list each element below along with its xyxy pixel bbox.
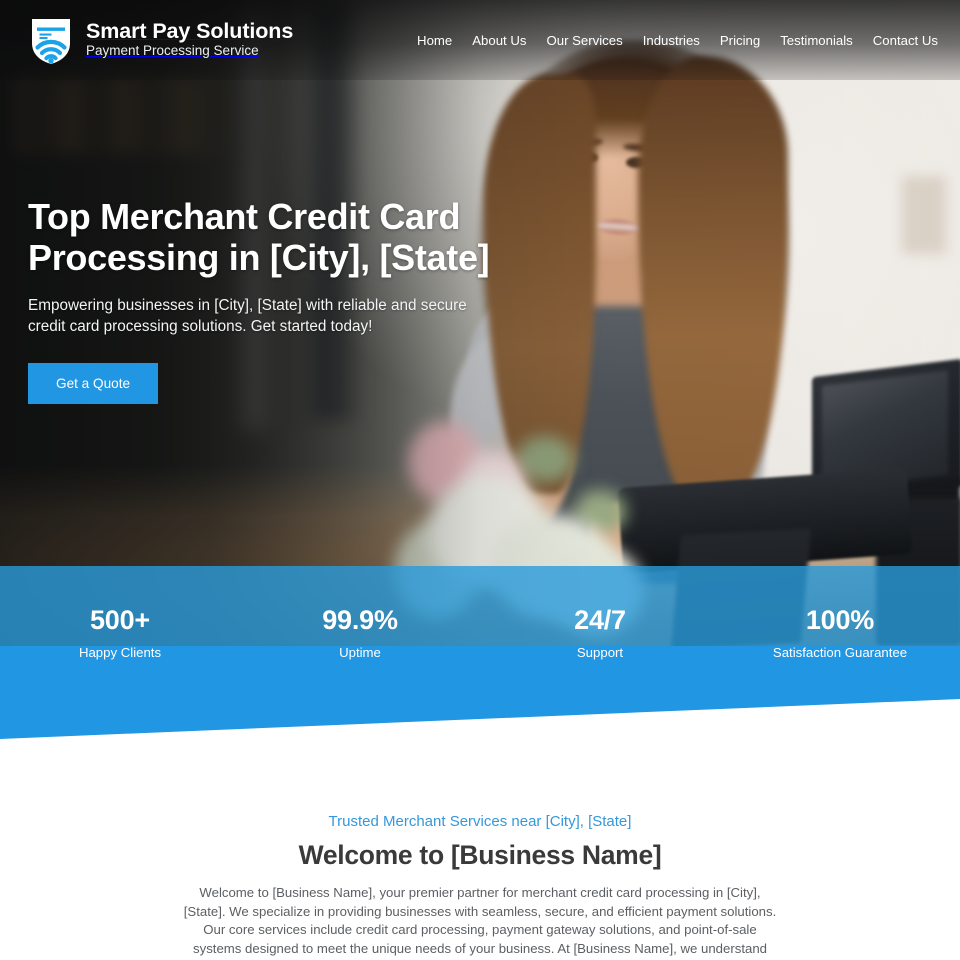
stat-value: 24/7 — [574, 605, 626, 635]
stats-band-diagonal — [0, 646, 960, 739]
nav-item-our-services[interactable]: Our Services — [546, 33, 622, 48]
site-header: Smart Pay Solutions Payment Processing S… — [0, 0, 960, 80]
brand-tagline: Payment Processing Service — [86, 43, 259, 58]
stats-row: 500+ Happy Clients 99.9% Uptime 24/7 Sup… — [0, 566, 960, 661]
landing-page: Smart Pay Solutions Payment Processing S… — [0, 0, 960, 960]
brand-name: Smart Pay Solutions — [86, 19, 294, 44]
get-a-quote-button[interactable]: Get a Quote — [28, 363, 159, 404]
stat-label: Happy Clients — [78, 645, 162, 660]
welcome-section: Trusted Merchant Services near [City], [… — [0, 812, 960, 960]
welcome-body-text: Welcome to [Business Name], your premier… — [183, 885, 777, 960]
stat-uptime: 99.9% Uptime — [240, 604, 480, 661]
stat-label: Uptime — [339, 645, 381, 660]
brand-text-block: Smart Pay Solutions Payment Processing S… — [86, 20, 417, 60]
nav-item-contact-us[interactable]: Contact Us — [873, 33, 938, 48]
hero-subtitle: Empowering businesses in [City], [State]… — [28, 297, 467, 335]
stat-value: 500+ — [89, 605, 151, 635]
nav-item-home[interactable]: Home — [417, 33, 452, 48]
nav-item-industries[interactable]: Industries — [643, 33, 700, 48]
stat-happy-clients: 500+ Happy Clients — [0, 604, 240, 661]
card-wifi-shield-icon — [28, 15, 74, 65]
hero-title: Top Merchant Credit Card Processing in [… — [28, 196, 490, 278]
primary-navigation: Home About Us Our Services Industries Pr… — [417, 33, 938, 48]
stat-value: 99.9% — [322, 605, 398, 635]
welcome-eyebrow: Trusted Merchant Services near [City], [… — [328, 813, 632, 830]
stat-label: Support — [576, 645, 624, 660]
brand-logo-link[interactable]: Smart Pay Solutions Payment Processing S… — [28, 15, 417, 65]
stat-value: 100% — [805, 605, 875, 635]
stats-band: 500+ Happy Clients 99.9% Uptime 24/7 Sup… — [0, 566, 960, 746]
stat-label: Satisfaction Guarantee — [772, 645, 908, 660]
stat-satisfaction-guarantee: 100% Satisfaction Guarantee — [720, 604, 960, 661]
nav-item-testimonials[interactable]: Testimonials — [780, 33, 853, 48]
nav-item-pricing[interactable]: Pricing — [720, 33, 760, 48]
nav-item-about-us[interactable]: About Us — [472, 33, 526, 48]
stat-support: 24/7 Support — [480, 604, 720, 661]
hero-content: Top Merchant Credit Card Processing in [… — [28, 196, 508, 404]
welcome-title: Welcome to [Business Name] — [298, 840, 662, 870]
